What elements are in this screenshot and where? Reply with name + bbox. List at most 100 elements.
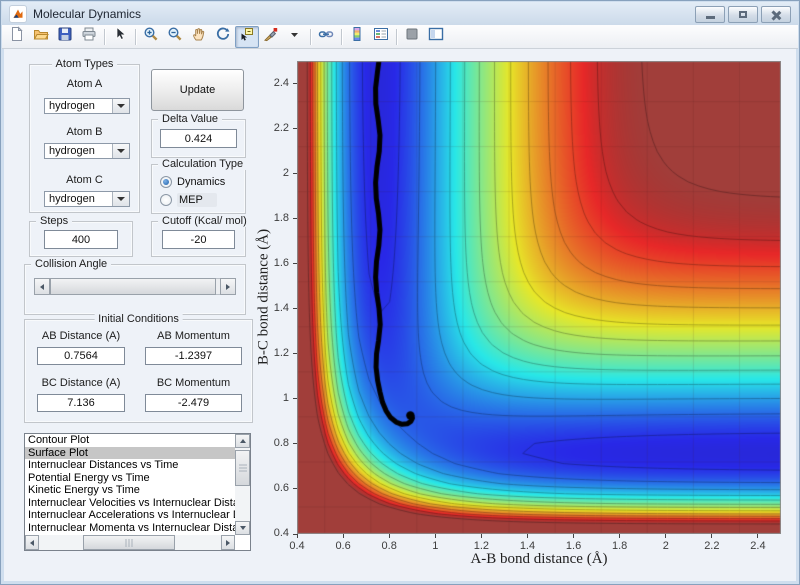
- data-cursor-button[interactable]: [235, 25, 259, 48]
- update-button[interactable]: Update: [151, 69, 244, 111]
- brush-data-icon: [263, 26, 279, 47]
- y-tick-label: 0.4: [273, 527, 289, 539]
- print-figure-button[interactable]: [77, 26, 101, 48]
- delta-value-field[interactable]: 0.424: [160, 129, 237, 148]
- y-tick-label: 2: [282, 166, 289, 179]
- cutoff-field[interactable]: -20: [162, 230, 235, 249]
- delta-value-panel: Delta Value 0.424: [151, 113, 246, 158]
- y-tick-label: 0.6: [273, 481, 289, 494]
- link-plot-icon: [318, 26, 334, 47]
- steps-title: Steps: [36, 215, 73, 227]
- atom-a-dropdown-arrow[interactable]: [112, 99, 129, 113]
- slider-thumb[interactable]: [50, 278, 216, 295]
- brush-dropdown-button[interactable]: [283, 26, 307, 48]
- save-figure-button[interactable]: [53, 26, 77, 48]
- atom-b-dropdown[interactable]: hydrogen: [44, 143, 130, 159]
- list-item[interactable]: Contour Plot: [25, 434, 235, 447]
- minimize-button[interactable]: [695, 6, 725, 23]
- list-item[interactable]: Kinetic Energy vs Time: [25, 484, 235, 497]
- y-tick-mark: [293, 353, 297, 355]
- close-icon: [771, 10, 781, 20]
- atom-types-panel: Atom Types Atom A hydrogen Atom B hydrog…: [29, 58, 140, 213]
- insert-legend-button[interactable]: [369, 26, 393, 48]
- atom-a-dropdown[interactable]: hydrogen: [44, 98, 130, 114]
- zoom-out-button[interactable]: [163, 26, 187, 48]
- scroll-right-button[interactable]: [221, 535, 235, 550]
- list-item[interactable]: Internuclear Accelerations vs Internucle…: [25, 509, 235, 522]
- radio-dynamics[interactable]: Dynamics: [160, 176, 225, 188]
- insert-colorbar-icon: [349, 26, 365, 47]
- list-item[interactable]: Internuclear Velocities vs Internuclear …: [25, 497, 235, 510]
- y-tick-mark: [293, 128, 297, 130]
- rotate-3d-button[interactable]: [211, 26, 235, 48]
- pan-button[interactable]: [187, 26, 211, 48]
- edit-plot-icon: [112, 26, 128, 47]
- list-item[interactable]: Internuclear Distances vs Time: [25, 459, 235, 472]
- title-bar[interactable]: Molecular Dynamics: [2, 2, 798, 26]
- listbox-hscrollbar[interactable]: [25, 535, 235, 550]
- bc-momentum-field[interactable]: -2.479: [145, 394, 242, 412]
- list-item[interactable]: Surface Plot: [25, 446, 235, 459]
- x-tick-mark: [757, 534, 759, 538]
- link-plot-button[interactable]: [314, 26, 338, 48]
- edit-plot-button[interactable]: [108, 26, 132, 48]
- x-tick-label: 0.4: [289, 540, 305, 552]
- brush-dropdown-icon: [287, 26, 303, 47]
- y-tick-mark: [293, 308, 297, 310]
- scroll-left-button[interactable]: [25, 535, 39, 550]
- y-tick-mark: [293, 263, 297, 265]
- atom-b-value: hydrogen: [49, 145, 95, 157]
- cutoff-panel: Cutoff (Kcal/ mol) -20: [151, 215, 251, 257]
- bc-distance-field[interactable]: 7.136: [37, 394, 125, 412]
- cutoff-title: Cutoff (Kcal/ mol): [158, 215, 251, 227]
- vscroll-thumb[interactable]: [235, 450, 250, 486]
- collision-angle-slider[interactable]: [34, 278, 236, 295]
- ab-distance-field[interactable]: 0.7564: [37, 347, 125, 365]
- print-figure-icon: [81, 26, 97, 47]
- new-file-button[interactable]: [5, 26, 29, 48]
- atom-c-dropdown[interactable]: hydrogen: [44, 191, 130, 207]
- x-tick-mark: [388, 534, 390, 538]
- y-tick-mark: [293, 443, 297, 445]
- x-tick-label: 0.6: [335, 540, 351, 552]
- bc-distance-label: BC Distance (A): [41, 377, 121, 389]
- atom-b-label: Atom B: [66, 126, 103, 138]
- atom-c-value: hydrogen: [49, 193, 95, 205]
- slider-right-arrow[interactable]: [220, 278, 236, 295]
- rotate-3d-icon: [215, 26, 231, 47]
- zoom-in-button[interactable]: [139, 26, 163, 48]
- show-plot-tools-button[interactable]: [424, 26, 448, 48]
- atom-b-dropdown-arrow[interactable]: [112, 144, 129, 158]
- y-tick-mark: [293, 488, 297, 490]
- list-item[interactable]: Internuclear Momenta vs Internuclear Dis…: [25, 522, 235, 535]
- hide-plot-tools-button[interactable]: [400, 26, 424, 48]
- hscroll-thumb[interactable]: [83, 535, 175, 550]
- toolbar-separator: [396, 28, 397, 45]
- y-tick-mark: [293, 173, 297, 175]
- listbox-rows: Contour Plot Surface Plot Internuclear Dis…: [25, 434, 235, 535]
- potential-surface-plot[interactable]: [297, 61, 781, 534]
- minimize-icon: [705, 15, 715, 19]
- x-tick-mark: [619, 534, 621, 538]
- delta-value-title: Delta Value: [158, 113, 223, 125]
- ab-momentum-field[interactable]: -1.2397: [145, 347, 242, 365]
- insert-colorbar-button[interactable]: [345, 26, 369, 48]
- zoom-in-icon: [143, 26, 159, 47]
- radio-mep[interactable]: MEP: [160, 193, 217, 207]
- calculation-type-panel: Calculation Type Dynamics MEP: [151, 158, 248, 214]
- thumb-grip: [125, 538, 133, 547]
- list-item[interactable]: Potential Energy vs Time: [25, 472, 235, 485]
- brush-data-button[interactable]: [259, 26, 283, 48]
- atom-c-dropdown-arrow[interactable]: [112, 192, 129, 206]
- window-controls: [692, 6, 791, 23]
- show-plot-tools-icon: [428, 26, 444, 47]
- plot-type-listbox[interactable]: Contour Plot Surface Plot Internuclear Dis…: [24, 433, 251, 551]
- steps-field[interactable]: 400: [44, 230, 118, 249]
- restore-button[interactable]: [728, 6, 758, 23]
- slider-left-arrow[interactable]: [34, 278, 50, 295]
- insert-legend-icon: [373, 26, 389, 47]
- y-tick-label: 2.2: [273, 121, 289, 134]
- close-button[interactable]: [761, 6, 791, 23]
- open-file-button[interactable]: [29, 26, 53, 48]
- atom-a-label: Atom A: [66, 78, 103, 90]
